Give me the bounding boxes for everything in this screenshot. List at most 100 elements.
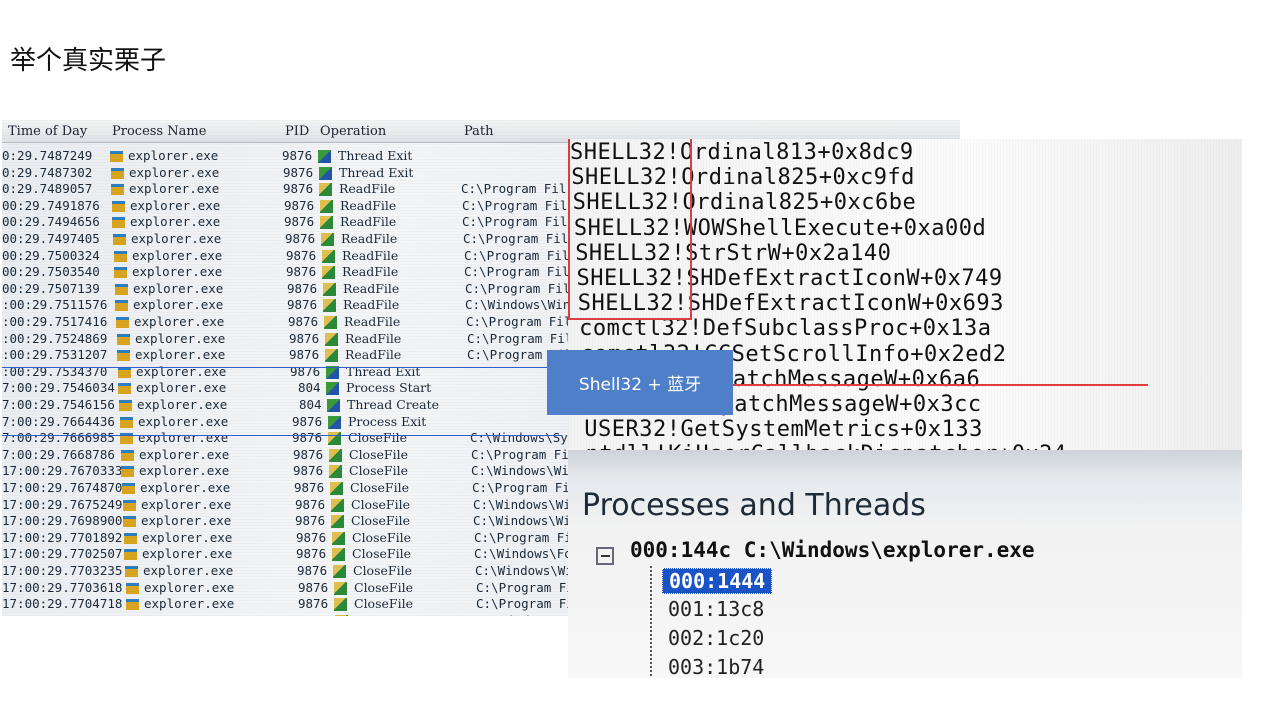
- event-process: explorer.exe: [144, 596, 235, 612]
- event-time: 0:29.7487302: [2, 164, 93, 180]
- event-path: C:\Program File: [463, 231, 576, 246]
- event-operation: CloseFile: [354, 596, 413, 612]
- file-operation-icon: [322, 249, 335, 263]
- event-process: explorer.exe: [141, 496, 232, 512]
- column-path[interactable]: Path: [464, 124, 494, 139]
- event-time: :00:29.7524869: [2, 330, 108, 346]
- event-pid: 9876: [282, 148, 313, 163]
- event-process: explorer.exe: [135, 330, 226, 346]
- event-operation: ReadFile: [340, 214, 397, 230]
- file-operation-icon: [334, 598, 347, 612]
- explorer-folder-icon: [115, 283, 128, 295]
- event-path: C:\Windows\WinS: [471, 463, 584, 479]
- file-operation-icon: [325, 332, 338, 346]
- column-pid[interactable]: PID: [285, 124, 309, 139]
- dispatch-underline: [720, 384, 1148, 386]
- explorer-folder-icon: [111, 167, 124, 179]
- event-time: 7:00:29.7546156: [2, 397, 115, 412]
- event-process: explorer.exe: [144, 579, 235, 595]
- explorer-folder-icon: [121, 449, 134, 461]
- event-pid: 9876: [299, 613, 329, 616]
- process-operation-icon: [327, 399, 340, 412]
- event-operation: CloseFile: [354, 579, 413, 595]
- stack-frame[interactable]: USER32!GetSystemMetrics+0x133: [584, 417, 983, 442]
- event-process: explorer.exe: [136, 380, 227, 396]
- event-operation: ReadFile: [343, 280, 400, 296]
- explorer-folder-icon: [118, 383, 131, 395]
- event-operation: CloseFile: [352, 546, 411, 562]
- event-time: 17:00:29.7703618: [2, 579, 123, 595]
- thread-node[interactable]: 000:1444: [662, 568, 773, 594]
- event-time: 0:29.7487249: [2, 148, 93, 163]
- explorer-folder-icon: [121, 466, 134, 478]
- explorer-folder-icon: [117, 333, 130, 345]
- column-process-name[interactable]: Process Name: [112, 124, 206, 139]
- event-time: :00:29.7517416: [2, 314, 108, 329]
- event-path: C:\Program File: [466, 314, 579, 329]
- event-path: C:\Program File: [462, 214, 575, 230]
- stack-frame[interactable]: ntdll!KiUserCallbackDispatcher+0x24: [586, 442, 1067, 450]
- highlight-line-bottom: [2, 435, 562, 436]
- event-process: explorer.exe: [130, 214, 221, 230]
- explorer-folder-icon: [125, 566, 138, 577]
- event-process: explorer.exe: [132, 247, 223, 263]
- file-operation-icon: [330, 482, 343, 495]
- column-time-of-day[interactable]: Time of Day: [8, 124, 87, 139]
- thread-node[interactable]: 002:1c20: [668, 626, 764, 650]
- event-process: explorer.exe: [143, 563, 234, 578]
- event-time: 7:00:29.7668786: [2, 446, 115, 462]
- tree-line: [650, 566, 652, 676]
- event-process: explorer.exe: [139, 463, 230, 479]
- event-operation: ReadFile: [340, 197, 397, 213]
- explorer-folder-icon: [123, 516, 136, 528]
- event-process: explorer.exe: [128, 148, 219, 163]
- event-operation: CloseFile: [351, 513, 410, 529]
- event-path: C:\Program File: [464, 264, 577, 280]
- collapse-toggle-icon[interactable]: [596, 547, 614, 565]
- file-operation-icon: [331, 515, 344, 529]
- file-operation-icon: [329, 465, 342, 479]
- event-pid: 9876: [283, 181, 314, 197]
- event-pid: 9876: [293, 463, 324, 479]
- explorer-folder-icon: [116, 317, 129, 328]
- explorer-folder-icon: [113, 234, 126, 245]
- event-process: explorer.exe: [139, 446, 230, 462]
- event-pid: 9876: [284, 197, 315, 213]
- event-operation: Thread Exit: [339, 164, 414, 180]
- event-time: 0:29.7489057: [2, 181, 93, 197]
- event-process: explorer.exe: [138, 413, 229, 429]
- event-pid: 9876: [286, 264, 317, 280]
- event-path: C:\Program Fil: [461, 181, 567, 197]
- event-pid: 9876: [286, 247, 317, 263]
- event-process: explorer.exe: [140, 480, 231, 495]
- stack-frame[interactable]: comctl32!DefSubclassProc+0x13a: [579, 316, 991, 341]
- event-time: 17:00:29.7704718: [2, 596, 123, 612]
- event-pid: 804: [299, 397, 322, 412]
- callout-label: Shell32 + 蓝牙: [547, 350, 733, 415]
- event-pid: 9876: [287, 297, 318, 313]
- event-process: explorer.exe: [134, 314, 225, 329]
- event-time: 00:29.7494656: [2, 214, 100, 230]
- explorer-folder-icon: [115, 300, 128, 312]
- event-operation: Process Exit: [348, 413, 427, 429]
- processes-threads-panel: Processes and Threads 000:144c C:\Window…: [568, 450, 1242, 678]
- event-operation: CloseFile: [351, 496, 410, 512]
- explorer-folder-icon: [112, 217, 125, 229]
- event-operation: CloseFile: [349, 463, 408, 479]
- event-path: C:\Program File: [471, 446, 584, 462]
- thread-node[interactable]: 001:13c8: [668, 597, 764, 621]
- event-time: 00:29.7500324: [2, 247, 100, 263]
- explorer-folder-icon: [122, 483, 135, 494]
- process-operation-icon: [328, 415, 341, 429]
- event-pid: 9876: [296, 529, 327, 545]
- explorer-folder-icon: [114, 267, 127, 279]
- event-time: 17:00:29.7675249: [2, 496, 123, 512]
- event-path: C:\Windows\Syst: [470, 430, 583, 446]
- process-node[interactable]: 000:144c C:\Windows\explorer.exe: [630, 538, 1035, 562]
- event-process: explorer.exe: [133, 297, 224, 313]
- event-time: 7:00:29.7546034: [2, 380, 115, 396]
- column-operation[interactable]: Operation: [320, 124, 386, 139]
- thread-node[interactable]: 003:1b74: [668, 655, 764, 678]
- file-operation-icon: [329, 448, 342, 462]
- file-operation-icon: [324, 316, 337, 329]
